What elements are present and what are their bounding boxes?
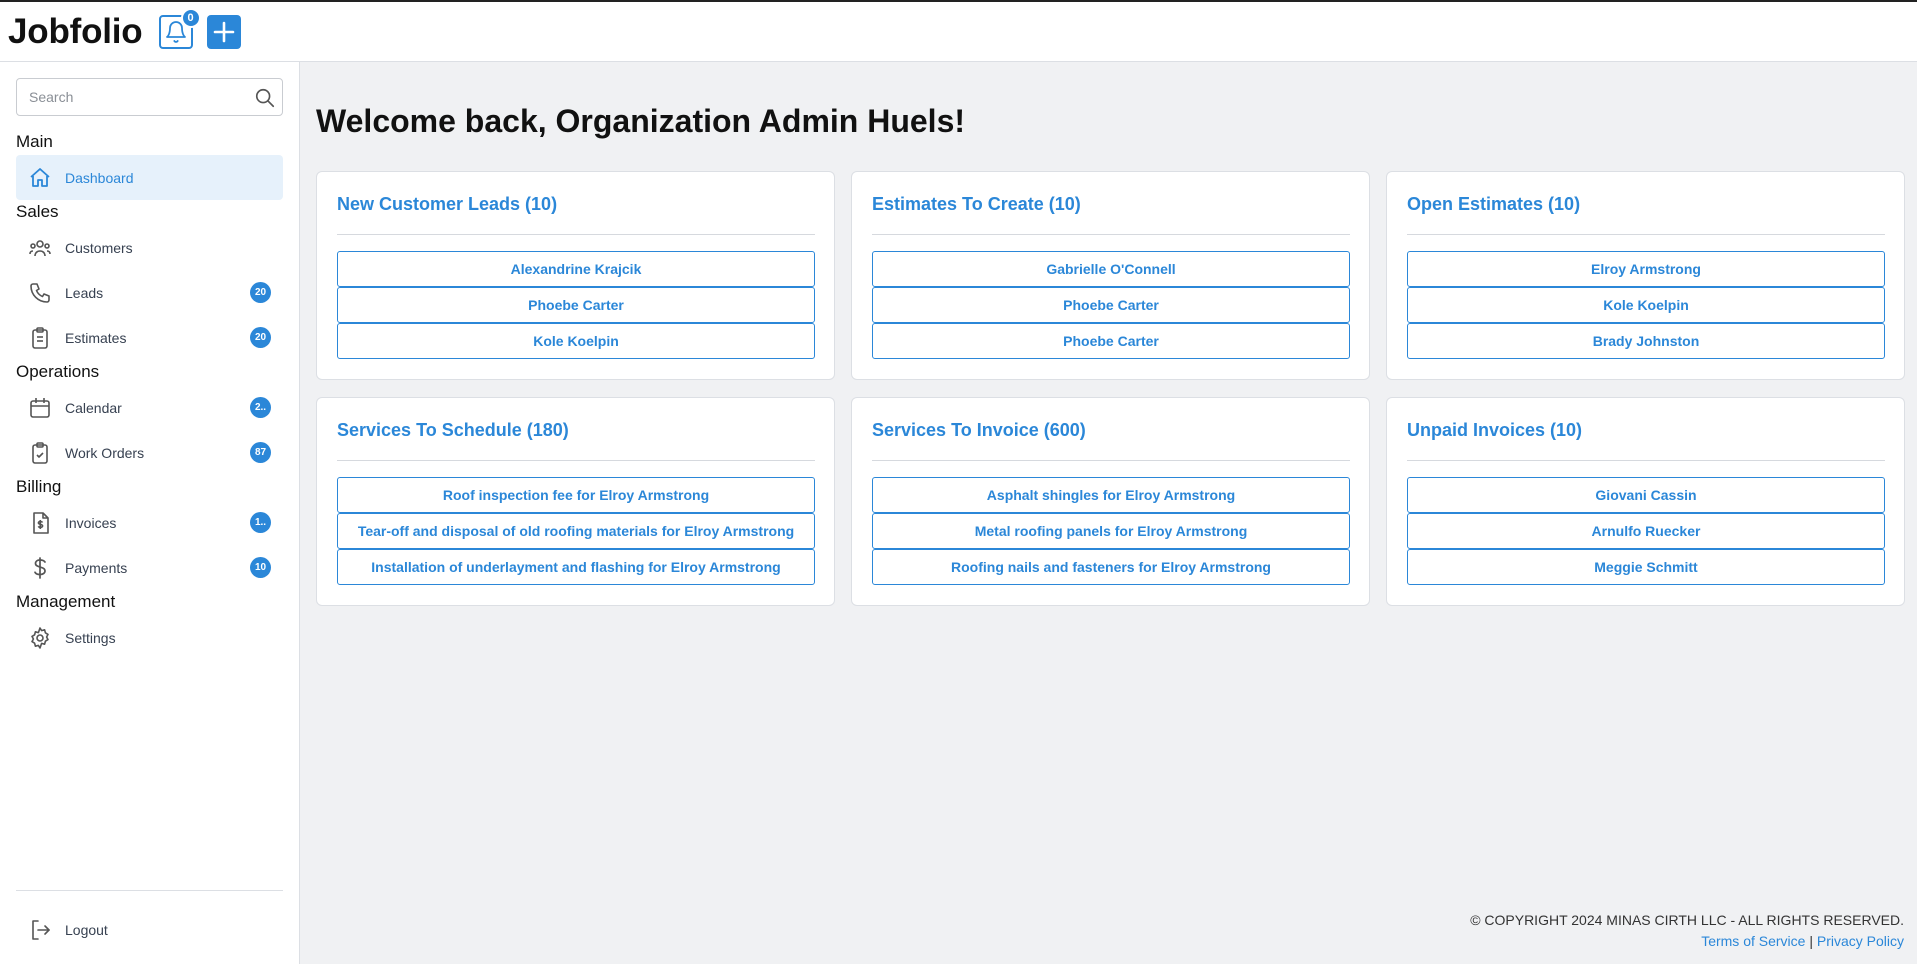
card-item-button[interactable]: Brady Johnston [1407,323,1885,359]
sidebar-item-label: Customers [65,239,133,256]
invoice-icon [28,511,52,535]
card-item-button[interactable]: Roof inspection fee for Elroy Armstrong [337,477,815,513]
copyright-text: © COPYRIGHT 2024 MINAS CIRTH LLC - ALL R… [1470,912,1904,928]
sidebar-divider [16,890,283,891]
gear-icon [28,626,52,650]
footer-separator: | [1809,933,1813,949]
card-divider [1407,234,1885,235]
notifications-button[interactable]: 0 [158,7,201,49]
card-divider [1407,460,1885,461]
card-divider [337,234,815,235]
sidebar-item-label: Leads [65,284,104,301]
sidebar-item-dashboard[interactable]: Dashboard [16,155,283,200]
sidebar-item-label: Estimates [65,329,127,346]
card-item-button[interactable]: Asphalt shingles for Elroy Armstrong [872,477,1350,513]
sidebar-item-payments[interactable]: Payments 10 [16,545,283,590]
count-badge: 10 [250,557,271,578]
logout-button[interactable]: Logout [16,907,283,952]
section-title-main: Main [16,132,53,151]
card-title[interactable]: Estimates To Create (10) [872,194,1081,215]
add-button[interactable] [206,14,241,49]
home-icon [28,166,52,190]
card-title[interactable]: Services To Invoice (600) [872,420,1086,441]
sidebar-item-work-orders[interactable]: Work Orders 87 [16,430,283,475]
calendar-icon [28,396,52,420]
card-unpaid-invoices: Unpaid Invoices (10) Giovani Cassin Arnu… [1386,397,1905,606]
card-services-to-invoice: Services To Invoice (600) Asphalt shingl… [851,397,1370,606]
card-item-button[interactable]: Meggie Schmitt [1407,549,1885,585]
card-item-button[interactable]: Arnulfo Ruecker [1407,513,1885,549]
notification-count-badge: 0 [180,7,201,28]
card-item-button[interactable]: Phoebe Carter [872,323,1350,359]
privacy-link[interactable]: Privacy Policy [1817,933,1904,949]
card-estimates-to-create: Estimates To Create (10) Gabrielle O'Con… [851,171,1370,380]
card-title[interactable]: Unpaid Invoices (10) [1407,420,1582,441]
app-logo[interactable]: Jobfolio [8,12,143,52]
card-title[interactable]: Services To Schedule (180) [337,420,569,441]
sidebar-item-label: Calendar [65,399,122,416]
card-item-button[interactable]: Installation of underlayment and flashin… [337,549,815,585]
card-new-customer-leads: New Customer Leads (10) Alexandrine Kraj… [316,171,835,380]
sidebar-item-label: Settings [65,629,116,646]
top-header: Jobfolio 0 [0,0,1917,62]
logout-icon [28,918,52,942]
card-item-button[interactable]: Giovani Cassin [1407,477,1885,513]
users-icon [28,236,52,260]
terms-link[interactable]: Terms of Service [1701,933,1805,949]
card-divider [872,460,1350,461]
page-title: Welcome back, Organization Admin Huels! [316,103,966,139]
sidebar-item-label: Invoices [65,514,117,531]
sidebar-item-invoices[interactable]: Invoices 1.. [16,500,283,545]
count-badge: 87 [250,442,271,463]
section-title-sales: Sales [16,202,59,221]
card-item-button[interactable]: Elroy Armstrong [1407,251,1885,287]
card-open-estimates: Open Estimates (10) Elroy Armstrong Kole… [1386,171,1905,380]
logout-label: Logout [65,921,108,938]
card-services-to-schedule: Services To Schedule (180) Roof inspecti… [316,397,835,606]
card-title[interactable]: New Customer Leads (10) [337,194,557,215]
count-badge: 20 [250,327,271,348]
footer: © COPYRIGHT 2024 MINAS CIRTH LLC - ALL R… [1470,910,1904,952]
dollar-icon [28,556,52,580]
card-item-button[interactable]: Kole Koelpin [1407,287,1885,323]
search-icon[interactable] [254,87,276,109]
sidebar-item-leads[interactable]: Leads 20 [16,270,283,315]
sidebar-item-label: Payments [65,559,128,576]
search-input[interactable] [17,79,247,115]
section-title-billing: Billing [16,477,62,496]
card-divider [337,460,815,461]
count-badge: 2.. [250,397,271,418]
phone-icon [28,281,52,305]
card-item-button[interactable]: Gabrielle O'Connell [872,251,1350,287]
section-title-management: Management [16,592,116,611]
sidebar: Main Dashboard Sales Customers Leads 20 … [0,62,300,964]
sidebar-item-label: Work Orders [65,444,145,461]
sidebar-item-label: Dashboard [65,169,134,186]
card-divider [872,234,1350,235]
sidebar-item-settings[interactable]: Settings [16,615,283,660]
count-badge: 1.. [250,512,271,533]
clipboard-icon [28,326,52,350]
card-item-button[interactable]: Phoebe Carter [337,287,815,323]
sidebar-item-estimates[interactable]: Estimates 20 [16,315,283,360]
card-title[interactable]: Open Estimates (10) [1407,194,1580,215]
clipboard-check-icon [28,441,52,465]
card-item-button[interactable]: Metal roofing panels for Elroy Armstrong [872,513,1350,549]
card-item-button[interactable]: Kole Koelpin [337,323,815,359]
card-item-button[interactable]: Tear-off and disposal of old roofing mat… [337,513,815,549]
plus-icon [213,21,234,42]
sidebar-item-customers[interactable]: Customers [16,225,283,270]
sidebar-item-calendar[interactable]: Calendar 2.. [16,385,283,430]
card-item-button[interactable]: Roofing nails and fasteners for Elroy Ar… [872,549,1350,585]
card-item-button[interactable]: Alexandrine Krajcik [337,251,815,287]
card-item-button[interactable]: Phoebe Carter [872,287,1350,323]
section-title-operations: Operations [16,362,100,381]
search-box [16,78,283,116]
count-badge: 20 [250,282,271,303]
